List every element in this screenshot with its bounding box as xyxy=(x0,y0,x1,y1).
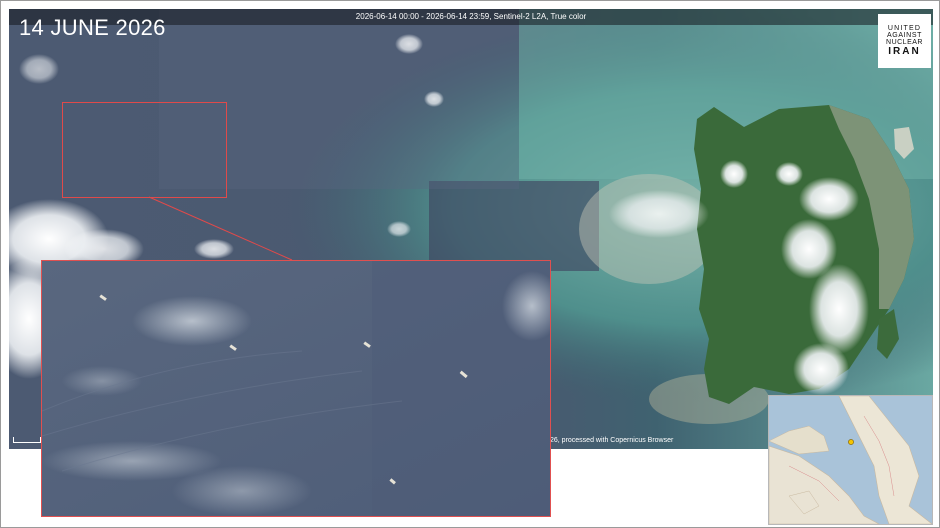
logo-line-4: IRAN xyxy=(888,46,921,57)
zoom-inset-panel xyxy=(41,260,551,517)
logo-line-1: UNITED xyxy=(887,25,922,32)
uani-logo: UNITED AGAINST NUCLEAR IRAN xyxy=(878,14,931,68)
zoom-source-box xyxy=(62,102,227,198)
locator-minimap xyxy=(768,395,933,525)
copernicus-credit: 26, processed with Copernicus Browser xyxy=(550,437,674,444)
map-marker-icon xyxy=(848,439,854,445)
logo-line-2: AGAINST xyxy=(887,32,922,39)
date-title: 14 JUNE 2026 xyxy=(19,15,166,40)
image-frame: 2026-06-14 00:00 - 2026-06-14 23:59, Sen… xyxy=(0,0,940,528)
zoomed-sea-view xyxy=(42,261,550,516)
logo-line-3: NUCLEAR xyxy=(886,39,923,46)
minimap-map xyxy=(769,396,932,524)
scale-bar xyxy=(13,437,41,443)
